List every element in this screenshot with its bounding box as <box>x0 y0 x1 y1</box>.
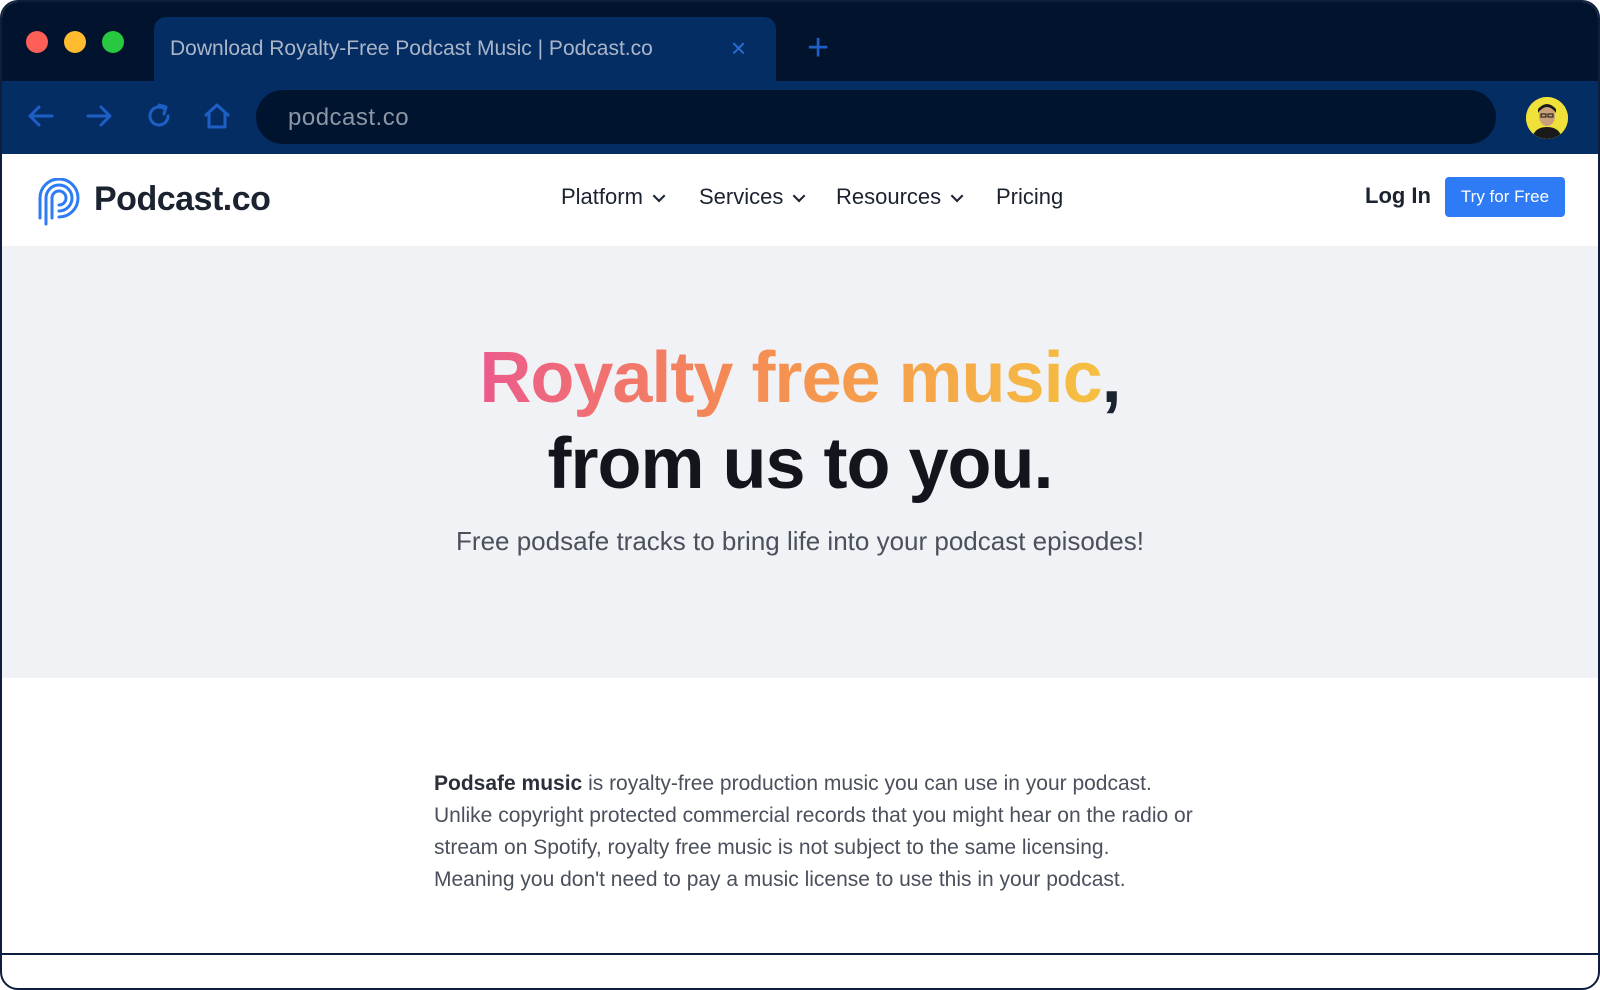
podcast-logo-icon[interactable] <box>38 178 80 226</box>
avatar-portrait-icon <box>1526 97 1568 139</box>
logo-wordmark[interactable]: Podcast.co <box>94 180 271 219</box>
chevron-down-icon <box>950 189 964 203</box>
nav-resources[interactable]: Resources <box>836 184 964 210</box>
nav-services[interactable]: Services <box>699 184 806 210</box>
tab-bar: Download Royalty-Free Podcast Music | Po… <box>2 2 1598 81</box>
intro-bold-term: Podsafe music <box>434 772 583 795</box>
tab-title: Download Royalty-Free Podcast Music | Po… <box>170 37 653 60</box>
nav-label: Pricing <box>996 184 1064 209</box>
hero-section: Royalty free music, from us to you. Free… <box>2 246 1598 678</box>
try-for-free-button[interactable]: Try for Free <box>1445 177 1565 217</box>
login-link[interactable]: Log In <box>1365 183 1431 209</box>
site-header: Podcast.co Platform Services Resources P… <box>2 154 1598 246</box>
address-bar[interactable]: podcast.co <box>256 90 1496 144</box>
close-tab-icon[interactable]: × <box>731 33 746 63</box>
profile-avatar[interactable] <box>1526 97 1568 139</box>
nav-label: Services <box>699 184 784 209</box>
hero-headline-gradient: Royalty free music <box>479 338 1102 418</box>
home-icon[interactable] <box>200 99 234 133</box>
browser-window: Download Royalty-Free Podcast Music | Po… <box>0 0 1600 990</box>
hero-headline-comma: , <box>1101 338 1122 418</box>
minimize-window-button[interactable] <box>64 31 86 53</box>
bottom-divider <box>2 953 1598 955</box>
nav-platform[interactable]: Platform <box>561 184 666 210</box>
nav-label: Platform <box>561 184 643 209</box>
chevron-down-icon <box>793 189 806 203</box>
hero-headline-line1: Royalty free music, <box>2 338 1598 418</box>
maximize-window-button[interactable] <box>102 31 124 53</box>
close-window-button[interactable] <box>26 31 48 53</box>
intro-paragraph: Podsafe music is royalty-free production… <box>434 768 1194 896</box>
url-text: podcast.co <box>288 104 410 131</box>
hero-subtitle: Free podsafe tracks to bring life into y… <box>456 526 1144 556</box>
forward-arrow-icon[interactable] <box>82 99 116 133</box>
nav-pricing[interactable]: Pricing <box>996 184 1063 210</box>
hero-headline-line2: from us to you. <box>547 424 1054 504</box>
nav-label: Resources <box>836 184 942 209</box>
browser-toolbar: podcast.co <box>2 81 1598 154</box>
reload-icon[interactable] <box>142 99 176 133</box>
chevron-down-icon <box>652 189 666 203</box>
active-tab[interactable]: Download Royalty-Free Podcast Music | Po… <box>154 17 776 81</box>
back-arrow-icon[interactable] <box>24 99 58 133</box>
new-tab-button[interactable]: + <box>807 28 829 68</box>
